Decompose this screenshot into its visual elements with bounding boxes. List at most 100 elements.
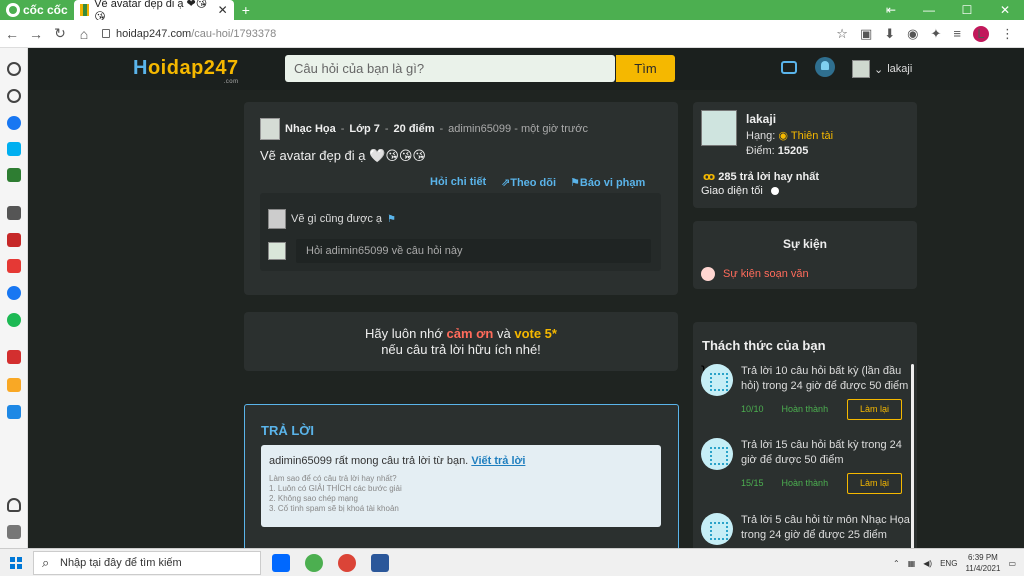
answer-tips: Làm sao để có câu trả lời hay nhất? 1. L… <box>269 474 402 513</box>
site-logo[interactable]: Hoidap247 .com <box>133 57 239 85</box>
logo-sub: .com <box>223 79 239 85</box>
logo-h: H <box>133 57 148 79</box>
vote-text: vote 5* <box>514 326 557 341</box>
download-icon[interactable]: ⬇ <box>884 26 895 42</box>
maximize-button[interactable]: ☐ <box>948 0 986 20</box>
back-button[interactable]: ← <box>0 26 24 42</box>
redo-challenge-button[interactable]: Làm lại <box>847 399 902 420</box>
profile-name[interactable]: lakaji <box>746 112 776 126</box>
tray-chevron-icon[interactable]: ⌃ <box>893 559 900 568</box>
browser-menu-icon[interactable]: ⋮ <box>1001 26 1014 42</box>
browser-tab[interactable]: Vẽ avatar đẹp đi ạ ❤😘😘 ✕ <box>73 0 234 23</box>
sidebar-app-rail <box>0 48 28 548</box>
skype-icon[interactable] <box>7 142 21 156</box>
new-tab-button[interactable]: + <box>234 2 258 18</box>
follow-icon: ⇗ <box>501 177 511 189</box>
search-button[interactable]: Tìm <box>616 55 675 82</box>
language-indicator[interactable]: ENG <box>940 559 957 568</box>
tiki-icon[interactable] <box>7 405 21 419</box>
challenge-grid-icon <box>701 438 733 470</box>
network-icon[interactable]: ▦ <box>908 559 916 568</box>
comment-compose: Hỏi adimin65099 về câu hỏi này <box>268 239 651 263</box>
messenger-icon[interactable] <box>7 116 21 130</box>
spotify-icon[interactable] <box>7 313 21 327</box>
question-subject[interactable]: Nhạc Họa <box>285 123 336 135</box>
add-app-icon[interactable] <box>7 206 21 220</box>
comment-section: Vẽ gì cũng được ạ ⚑ Hỏi adimin65099 về c… <box>260 193 661 271</box>
back-history-icon[interactable]: ⇤ <box>872 0 910 20</box>
question-grade: Lớp 7 <box>349 123 380 135</box>
thanks-text: cảm ơn <box>446 326 494 341</box>
chat-icon[interactable] <box>781 61 797 74</box>
vtv-icon[interactable] <box>7 350 21 364</box>
comment-input[interactable]: Hỏi adimin65099 về câu hỏi này <box>296 239 651 263</box>
report-link[interactable]: ⚑Báo vi phạm <box>570 176 645 189</box>
best-answers: ꝏ 285 trả lời hay nhất <box>703 171 819 183</box>
game-icon[interactable] <box>7 168 21 182</box>
dark-mode-toggle[interactable]: Giao diện tối <box>701 185 779 197</box>
media-icon[interactable]: ≡ <box>953 26 961 41</box>
user-avatar <box>852 60 870 78</box>
challenges-scrollbar[interactable] <box>911 364 914 548</box>
profile-rank: Hạng: ◉ Thiên tài <box>746 130 834 142</box>
forward-button[interactable]: → <box>24 26 48 42</box>
challenge-item: Trả lời 10 câu hỏi bất kỳ (lần đầu hỏi) … <box>701 364 908 420</box>
coccoc-taskbar-icon[interactable] <box>305 554 323 572</box>
taskbar-search-input[interactable]: Nhập tại đây để tìm kiếm <box>33 551 261 575</box>
home-button[interactable]: ⌂ <box>72 26 96 42</box>
my-avatar <box>268 242 286 260</box>
action-center-icon[interactable]: ▭ <box>1008 559 1016 568</box>
history-icon[interactable] <box>7 89 21 103</box>
close-window-button[interactable]: ✕ <box>986 0 1024 20</box>
report-comment-flag-icon[interactable]: ⚑ <box>387 214 396 225</box>
event-item[interactable]: Sự kiện soạn văn <box>701 267 809 281</box>
notification-bell-icon[interactable] <box>7 498 21 512</box>
url-host: hoidap247.com <box>116 27 192 40</box>
url-field[interactable]: hoidap247.com/cau-hoi/1793378 <box>102 28 836 40</box>
user-menu[interactable]: ⌄ lakaji <box>852 60 912 78</box>
more-apps-icon[interactable] <box>7 525 21 539</box>
bookmark-star-icon[interactable]: ☆ <box>836 26 848 42</box>
url-path: /cau-hoi/1793378 <box>191 27 277 40</box>
youtube-icon[interactable] <box>7 259 21 273</box>
challenges-card: Thách thức của bạn Trả lời 10 câu hỏi bấ… <box>693 322 917 548</box>
profile-points: Điểm: 15205 <box>746 145 809 157</box>
system-tray: ⌃ ▦ ◀) ENG 6:39 PM 11/4/2021 ▭ <box>893 552 1016 574</box>
zalo-icon[interactable] <box>272 554 290 572</box>
follow-link[interactable]: ⇗Theo dõi <box>501 176 556 189</box>
savior-extension-icon[interactable]: ▣ <box>860 26 872 42</box>
game-app-icon[interactable] <box>7 378 21 392</box>
redo-challenge-button[interactable]: Làm lại <box>847 473 902 494</box>
word-icon[interactable] <box>371 554 389 572</box>
search-input[interactable]: Câu hỏi của bạn là gì? <box>285 55 615 82</box>
challenges-title: Thách thức của bạn <box>702 338 826 353</box>
flag-icon: ⚑ <box>570 177 580 189</box>
windows-start-icon[interactable] <box>10 557 22 569</box>
profile-avatar[interactable]: L <box>973 25 989 42</box>
question-author-time: adimin65099 - một giờ trước <box>448 123 588 135</box>
extension-icons: ☆ ▣ ⬇ ◉ ✦ ≡ L ⋮ <box>836 25 1014 42</box>
logo-text: oidap247 <box>147 57 239 79</box>
events-card: Sự kiện Sự kiện soạn văn <box>693 221 917 289</box>
profile-avatar-large[interactable] <box>701 110 737 146</box>
coccoc-menu-button[interactable]: cốc cốc <box>0 0 74 20</box>
window-controls: ⇤ — ☐ ✕ <box>872 0 1024 20</box>
tab-close-icon[interactable]: ✕ <box>218 3 228 17</box>
reload-button[interactable]: ↻ <box>48 25 72 42</box>
coccoc-extension-icon[interactable]: ◉ <box>907 26 918 42</box>
bell-icon[interactable] <box>815 57 835 77</box>
facebook-icon[interactable] <box>7 286 21 300</box>
minimize-button[interactable]: — <box>910 0 948 20</box>
settings-gear-icon[interactable] <box>7 62 21 76</box>
zing-icon[interactable] <box>7 233 21 247</box>
asker-avatar[interactable] <box>260 118 280 140</box>
lock-icon <box>102 29 110 38</box>
chrome-icon[interactable] <box>338 554 356 572</box>
ask-detail-link[interactable]: Hỏi chi tiết <box>430 176 486 188</box>
music-note-icon <box>701 513 733 545</box>
write-answer-link[interactable]: Viết trả lời <box>471 455 525 467</box>
clock[interactable]: 6:39 PM 11/4/2021 <box>965 552 1000 574</box>
challenge-progress: 15/15 Hoàn thành <box>741 478 829 488</box>
volume-icon[interactable]: ◀) <box>923 559 932 568</box>
extensions-puzzle-icon[interactable]: ✦ <box>931 26 942 42</box>
